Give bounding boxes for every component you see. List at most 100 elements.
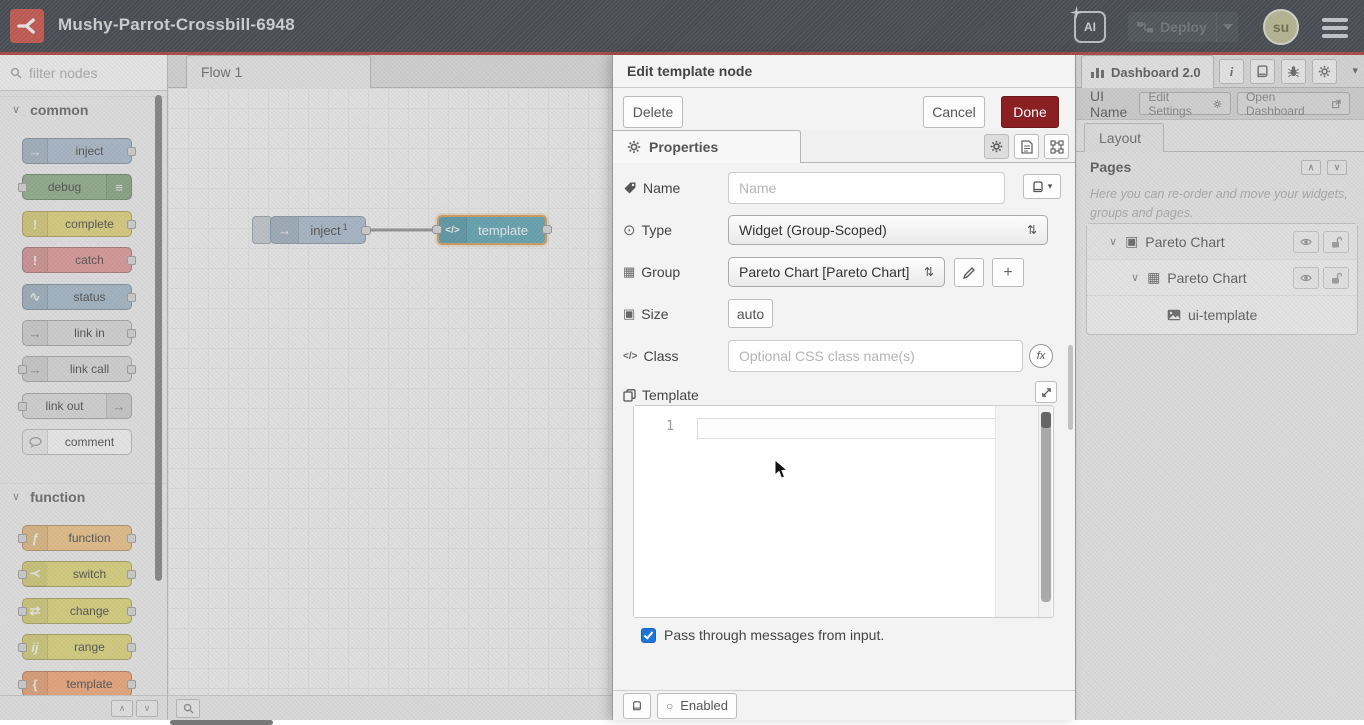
- inject-trigger-button[interactable]: [252, 216, 272, 244]
- output-port[interactable]: [127, 293, 136, 302]
- palette-node-catch[interactable]: ! catch: [22, 247, 132, 273]
- output-port[interactable]: [127, 680, 136, 689]
- inject-node[interactable]: → inject1: [270, 216, 366, 244]
- user-avatar[interactable]: su: [1263, 9, 1299, 45]
- output-port[interactable]: [127, 365, 136, 374]
- input-port[interactable]: [18, 680, 27, 689]
- class-input[interactable]: [728, 340, 1023, 372]
- output-port[interactable]: [127, 643, 136, 652]
- wire[interactable]: [363, 216, 443, 246]
- node-enabled-toggle[interactable]: ○ Enabled: [657, 693, 737, 719]
- input-port[interactable]: [18, 643, 27, 652]
- palette-category-function[interactable]: ∨ function: [0, 483, 167, 509]
- debug-bug-button[interactable]: [1281, 59, 1306, 84]
- edit-settings-button[interactable]: Edit Settings: [1139, 92, 1231, 115]
- done-button[interactable]: Done: [1001, 96, 1059, 128]
- palette-node-complete[interactable]: ! complete: [22, 211, 132, 237]
- deploy-button[interactable]: Deploy: [1128, 12, 1216, 42]
- palette-node-range[interactable]: ij range: [22, 634, 132, 660]
- input-port[interactable]: [18, 607, 27, 616]
- palette-node-comment[interactable]: comment: [22, 429, 132, 455]
- pages-expand-button[interactable]: ∨: [1327, 160, 1347, 175]
- tree-row-group[interactable]: ∨ ▦ Pareto Chart: [1087, 260, 1357, 296]
- input-port[interactable]: [18, 534, 27, 543]
- lock-button[interactable]: [1323, 231, 1349, 253]
- name-library-button[interactable]: ▾: [1023, 174, 1061, 199]
- flow-canvas[interactable]: Flow 1 → inject1 </> template: [168, 55, 612, 720]
- output-port[interactable]: [127, 570, 136, 579]
- palette-node-link-in[interactable]: → link in: [22, 320, 132, 346]
- input-port[interactable]: [18, 365, 27, 374]
- pages-collapse-button[interactable]: ∧: [1301, 160, 1321, 175]
- ui-template-node-selected[interactable]: </> template: [437, 215, 547, 245]
- output-port[interactable]: [127, 147, 136, 156]
- group-select[interactable]: Pareto Chart [Pareto Chart] ⇅: [728, 257, 945, 287]
- expand-all-button[interactable]: ∨: [136, 700, 158, 717]
- chevron-down-icon[interactable]: ∨: [1109, 235, 1117, 248]
- input-port[interactable]: [18, 183, 27, 192]
- template-code-editor[interactable]: 1: [633, 405, 1054, 618]
- canvas-search-button[interactable]: [176, 699, 200, 718]
- help-book-button[interactable]: [1250, 59, 1275, 84]
- info-button[interactable]: i: [1219, 59, 1244, 84]
- tab-layout[interactable]: Layout: [1084, 123, 1164, 152]
- open-dashboard-button[interactable]: Open Dashboard: [1237, 92, 1350, 115]
- output-port[interactable]: [542, 225, 552, 234]
- expand-editor-button[interactable]: [1035, 381, 1057, 403]
- output-port[interactable]: [127, 256, 136, 265]
- palette-node-link-out[interactable]: → link out: [22, 393, 132, 419]
- collapse-all-button[interactable]: ∧: [111, 700, 133, 717]
- editor-scrollbar[interactable]: [1038, 406, 1052, 617]
- palette-node-function[interactable]: ƒ function: [22, 525, 132, 551]
- tray-scrollbar[interactable]: [1068, 345, 1073, 430]
- input-port[interactable]: [432, 225, 442, 234]
- node-help-book-button[interactable]: [623, 693, 651, 719]
- palette-node-template[interactable]: { template: [22, 671, 132, 697]
- palette-node-status[interactable]: ∿ status: [22, 284, 132, 310]
- cancel-button[interactable]: Cancel: [923, 96, 985, 128]
- tree-row-widget[interactable]: ui-template: [1087, 296, 1357, 334]
- sidebar-menu-caret[interactable]: ▾: [1352, 64, 1358, 77]
- node-settings-button[interactable]: [984, 134, 1009, 159]
- palette-node-switch[interactable]: Y switch: [22, 561, 132, 587]
- fx-button[interactable]: fx: [1029, 344, 1053, 368]
- output-port[interactable]: [127, 534, 136, 543]
- delete-button[interactable]: Delete: [623, 96, 683, 128]
- visibility-eye-button[interactable]: [1293, 231, 1319, 253]
- output-port[interactable]: [361, 226, 371, 235]
- tab-properties[interactable]: Properties: [613, 130, 801, 163]
- deploy-options-button[interactable]: [1216, 12, 1238, 42]
- output-port[interactable]: [127, 607, 136, 616]
- node-appearance-button[interactable]: [1044, 134, 1069, 159]
- output-port[interactable]: [127, 329, 136, 338]
- edit-group-button[interactable]: [954, 258, 984, 287]
- sparkle-icon: [1070, 6, 1083, 19]
- settings-gear-button[interactable]: [1312, 59, 1337, 84]
- output-port[interactable]: [127, 220, 136, 229]
- passthrough-checkbox[interactable]: [641, 628, 656, 643]
- flow-tab[interactable]: Flow 1: [186, 55, 371, 88]
- canvas-grid[interactable]: → inject1 </> template: [168, 88, 612, 695]
- palette-category-common[interactable]: ∨ common: [0, 96, 167, 122]
- ai-assistant-button[interactable]: AI: [1074, 11, 1106, 43]
- palette-filter[interactable]: filter nodes: [0, 55, 167, 91]
- canvas-horizontal-scrollbar[interactable]: [170, 720, 273, 725]
- input-port[interactable]: [18, 570, 27, 579]
- input-port[interactable]: [18, 402, 27, 411]
- size-button[interactable]: auto: [728, 299, 773, 328]
- palette-node-link-call[interactable]: → link call: [22, 356, 132, 382]
- palette-node-change[interactable]: ⇄ change: [22, 598, 132, 624]
- palette-node-debug[interactable]: ≡ debug: [22, 174, 132, 200]
- type-select[interactable]: Widget (Group-Scoped) ⇅: [728, 215, 1048, 245]
- palette-scrollbar[interactable]: [155, 95, 162, 581]
- chevron-down-icon[interactable]: ∨: [1131, 271, 1139, 284]
- node-description-button[interactable]: [1014, 134, 1039, 159]
- tree-row-page[interactable]: ∨ ▣ Pareto Chart: [1087, 224, 1357, 260]
- main-menu-button[interactable]: [1320, 15, 1350, 41]
- palette-node-inject[interactable]: → inject: [22, 138, 132, 164]
- visibility-eye-button[interactable]: [1293, 267, 1319, 289]
- add-group-button[interactable]: +: [992, 258, 1024, 287]
- name-input[interactable]: [728, 172, 1005, 204]
- lock-button[interactable]: [1323, 267, 1349, 289]
- tab-dashboard[interactable]: Dashboard 2.0: [1081, 55, 1214, 88]
